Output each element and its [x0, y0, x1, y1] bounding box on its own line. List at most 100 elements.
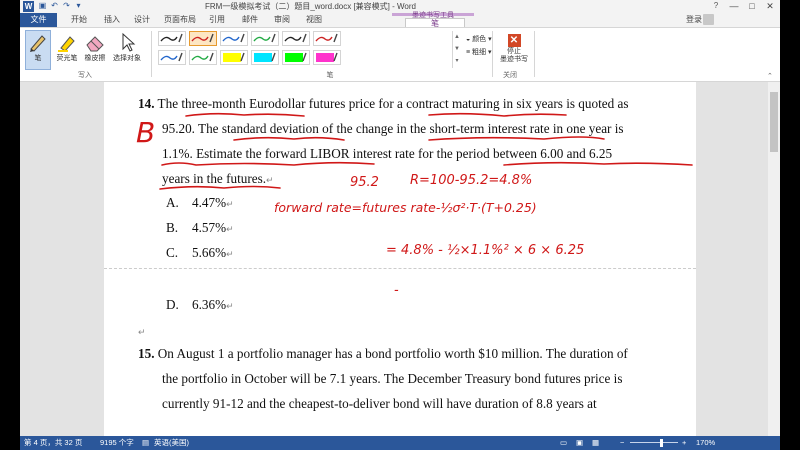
scrollbar-thumb[interactable] [770, 92, 778, 152]
pen-color-button[interactable]: ◒ 颜色 ▾ [466, 34, 492, 44]
zoom-out-icon[interactable]: − [620, 436, 624, 450]
minimize-button[interactable]: — [726, 0, 742, 12]
pen-style-swatch[interactable] [220, 31, 248, 46]
zoom-slider-thumb[interactable] [660, 439, 663, 447]
pen-thickness-label: 粗细 [472, 49, 487, 56]
thickness-icon: ≡ [466, 49, 471, 56]
stop-inking-button[interactable]: ✕ 停止 墨迹书写 [497, 34, 531, 64]
highlighter-stroke-icon [285, 52, 307, 62]
ribbon: 笔 荧光笔 橡皮擦 选择对象 写入 ▲ ▼ ▾ ◒ 颜色 ▾ ≡ 粗细 ▾ 笔 … [20, 27, 780, 82]
ink-underline [161, 161, 375, 166]
page-count[interactable]: 第 4 页，共 32 页 [24, 436, 82, 450]
paragraph-mark: ↵ [226, 249, 234, 259]
tab-mailings[interactable]: 邮件 [242, 13, 258, 27]
close-button[interactable]: ✕ [762, 0, 778, 12]
pen-button[interactable]: 笔 [25, 30, 51, 70]
question-14-line-3: 1.1%. Estimate the forward LIBOR interes… [162, 146, 613, 161]
highlighter-icon [58, 36, 75, 52]
ink-note-price: 95.2 [350, 175, 379, 190]
stop-inking-label-2: 墨迹书写 [500, 56, 528, 63]
web-layout-icon[interactable]: ▦ [592, 436, 599, 450]
pen-style-swatch[interactable] [251, 50, 279, 65]
pen-style-swatch[interactable] [251, 31, 279, 46]
ribbon-tabs: 文件 开始 插入 设计 页面布局 引用 邮件 审阅 视图 墨迹书写工具 笔 登录 [20, 12, 780, 28]
question-number: 14. [138, 96, 155, 111]
tab-design[interactable]: 设计 [134, 13, 150, 27]
ink-underline [428, 112, 567, 117]
avatar[interactable] [703, 14, 714, 25]
select-objects-button[interactable]: 选择对象 [111, 31, 143, 63]
language-indicator[interactable]: 英语(美国) [154, 436, 189, 450]
question-15-line-1: 15. On August 1 a portfolio manager has … [138, 346, 628, 362]
quick-access-toolbar: ▣ ↶ ↷ ▾ [38, 1, 83, 12]
word-window: W ▣ ↶ ↷ ▾ FRM一级模拟考试（二）题目_word.docx [兼容模式… [20, 0, 780, 450]
question-15-line-2: the portfolio in October will be 7.1 yea… [162, 371, 623, 386]
customize-qat-icon[interactable]: ▾ [74, 1, 83, 11]
eraser-icon [86, 36, 104, 52]
redo-icon[interactable]: ↷ [62, 1, 71, 11]
question-14-line-2: 95.20. The standard deviation of the cha… [162, 121, 624, 136]
group-separator [492, 31, 493, 77]
tab-insert[interactable]: 插入 [104, 13, 120, 27]
pen-style-swatch[interactable] [158, 31, 186, 46]
question-15-line-3: currently 91-12 and the cheapest-to-deli… [162, 396, 597, 411]
zoom-slider[interactable] [630, 442, 678, 443]
option-label: C. [166, 245, 179, 260]
pen-style-swatch[interactable] [282, 50, 310, 65]
tab-file[interactable]: 文件 [20, 13, 57, 27]
ink-note-calculation: = 4.8% - ½×1.1%² × 6 × 6.25 [386, 243, 584, 258]
save-icon[interactable]: ▣ [38, 1, 47, 11]
tab-review[interactable]: 审阅 [274, 13, 290, 27]
ink-note-rate: R=100-95.2=4.8% [410, 173, 532, 188]
pen-style-swatch[interactable] [313, 50, 341, 65]
tab-references[interactable]: 引用 [209, 13, 225, 27]
pen-style-swatch[interactable] [282, 31, 310, 46]
print-layout-icon[interactable]: ▣ [576, 436, 583, 450]
color-palette-icon: ◒ [466, 36, 471, 43]
ink-underline [428, 136, 605, 141]
sign-in-link[interactable]: 登录 [686, 14, 702, 25]
highlighter-button[interactable]: 荧光笔 [54, 31, 80, 63]
tab-home[interactable]: 开始 [71, 13, 87, 27]
option-label: D. [166, 297, 179, 312]
question-text: On August 1 a portfolio manager has a bo… [157, 346, 628, 361]
pen-stroke-icon [284, 33, 307, 43]
pen-style-swatch[interactable] [189, 50, 217, 65]
pen-style-swatch[interactable] [189, 31, 217, 46]
tab-view[interactable]: 视图 [306, 13, 322, 27]
zoom-level[interactable]: 170% [696, 436, 715, 450]
select-objects-label: 选择对象 [113, 55, 141, 62]
group-separator [534, 31, 535, 77]
question-14-line-1: 14. The three-month Eurodollar futures p… [138, 96, 628, 112]
proofing-icon[interactable]: ▤ [142, 436, 149, 450]
pen-stroke-icon [160, 33, 183, 43]
document-page[interactable]: 14. The three-month Eurodollar futures p… [104, 82, 696, 436]
tab-layout[interactable]: 页面布局 [164, 13, 196, 27]
gallery-scroll-arrows[interactable]: ▲ ▼ ▾ [452, 31, 461, 68]
pen-style-swatch[interactable] [220, 50, 248, 65]
word-count[interactable]: 9195 个字 [100, 436, 134, 450]
cursor-arrow-icon [122, 32, 136, 52]
read-mode-icon[interactable]: ▭ [560, 436, 567, 450]
eraser-button[interactable]: 橡皮擦 [82, 31, 108, 63]
highlighter-label: 荧光笔 [56, 55, 78, 62]
option-text: 4.57% [192, 220, 227, 235]
eraser-label: 橡皮擦 [84, 55, 106, 62]
pen-thickness-button[interactable]: ≡ 粗细 ▾ [466, 47, 492, 57]
paragraph-mark: ↵ [266, 175, 274, 185]
highlighter-stroke-icon [223, 52, 245, 62]
maximize-button[interactable]: □ [744, 0, 760, 12]
help-button[interactable]: ? [710, 0, 722, 12]
ink-note-formula: forward rate=futures rate-½σ²·T·(T+0.25) [274, 200, 537, 215]
pen-color-label: 颜色 [472, 36, 487, 43]
undo-icon[interactable]: ↶ [50, 1, 59, 11]
question-14-line-4: years in the futures.↵ [162, 171, 274, 187]
pen-icon [30, 35, 46, 52]
ink-answer-letter: B [136, 116, 155, 149]
zoom-in-icon[interactable]: + [682, 436, 686, 450]
vertical-scrollbar[interactable] [768, 82, 780, 436]
pen-style-swatch[interactable] [313, 31, 341, 46]
pen-style-swatch[interactable] [158, 50, 186, 65]
collapse-ribbon-icon[interactable]: ⌃ [767, 72, 773, 80]
ink-underline [503, 161, 693, 166]
